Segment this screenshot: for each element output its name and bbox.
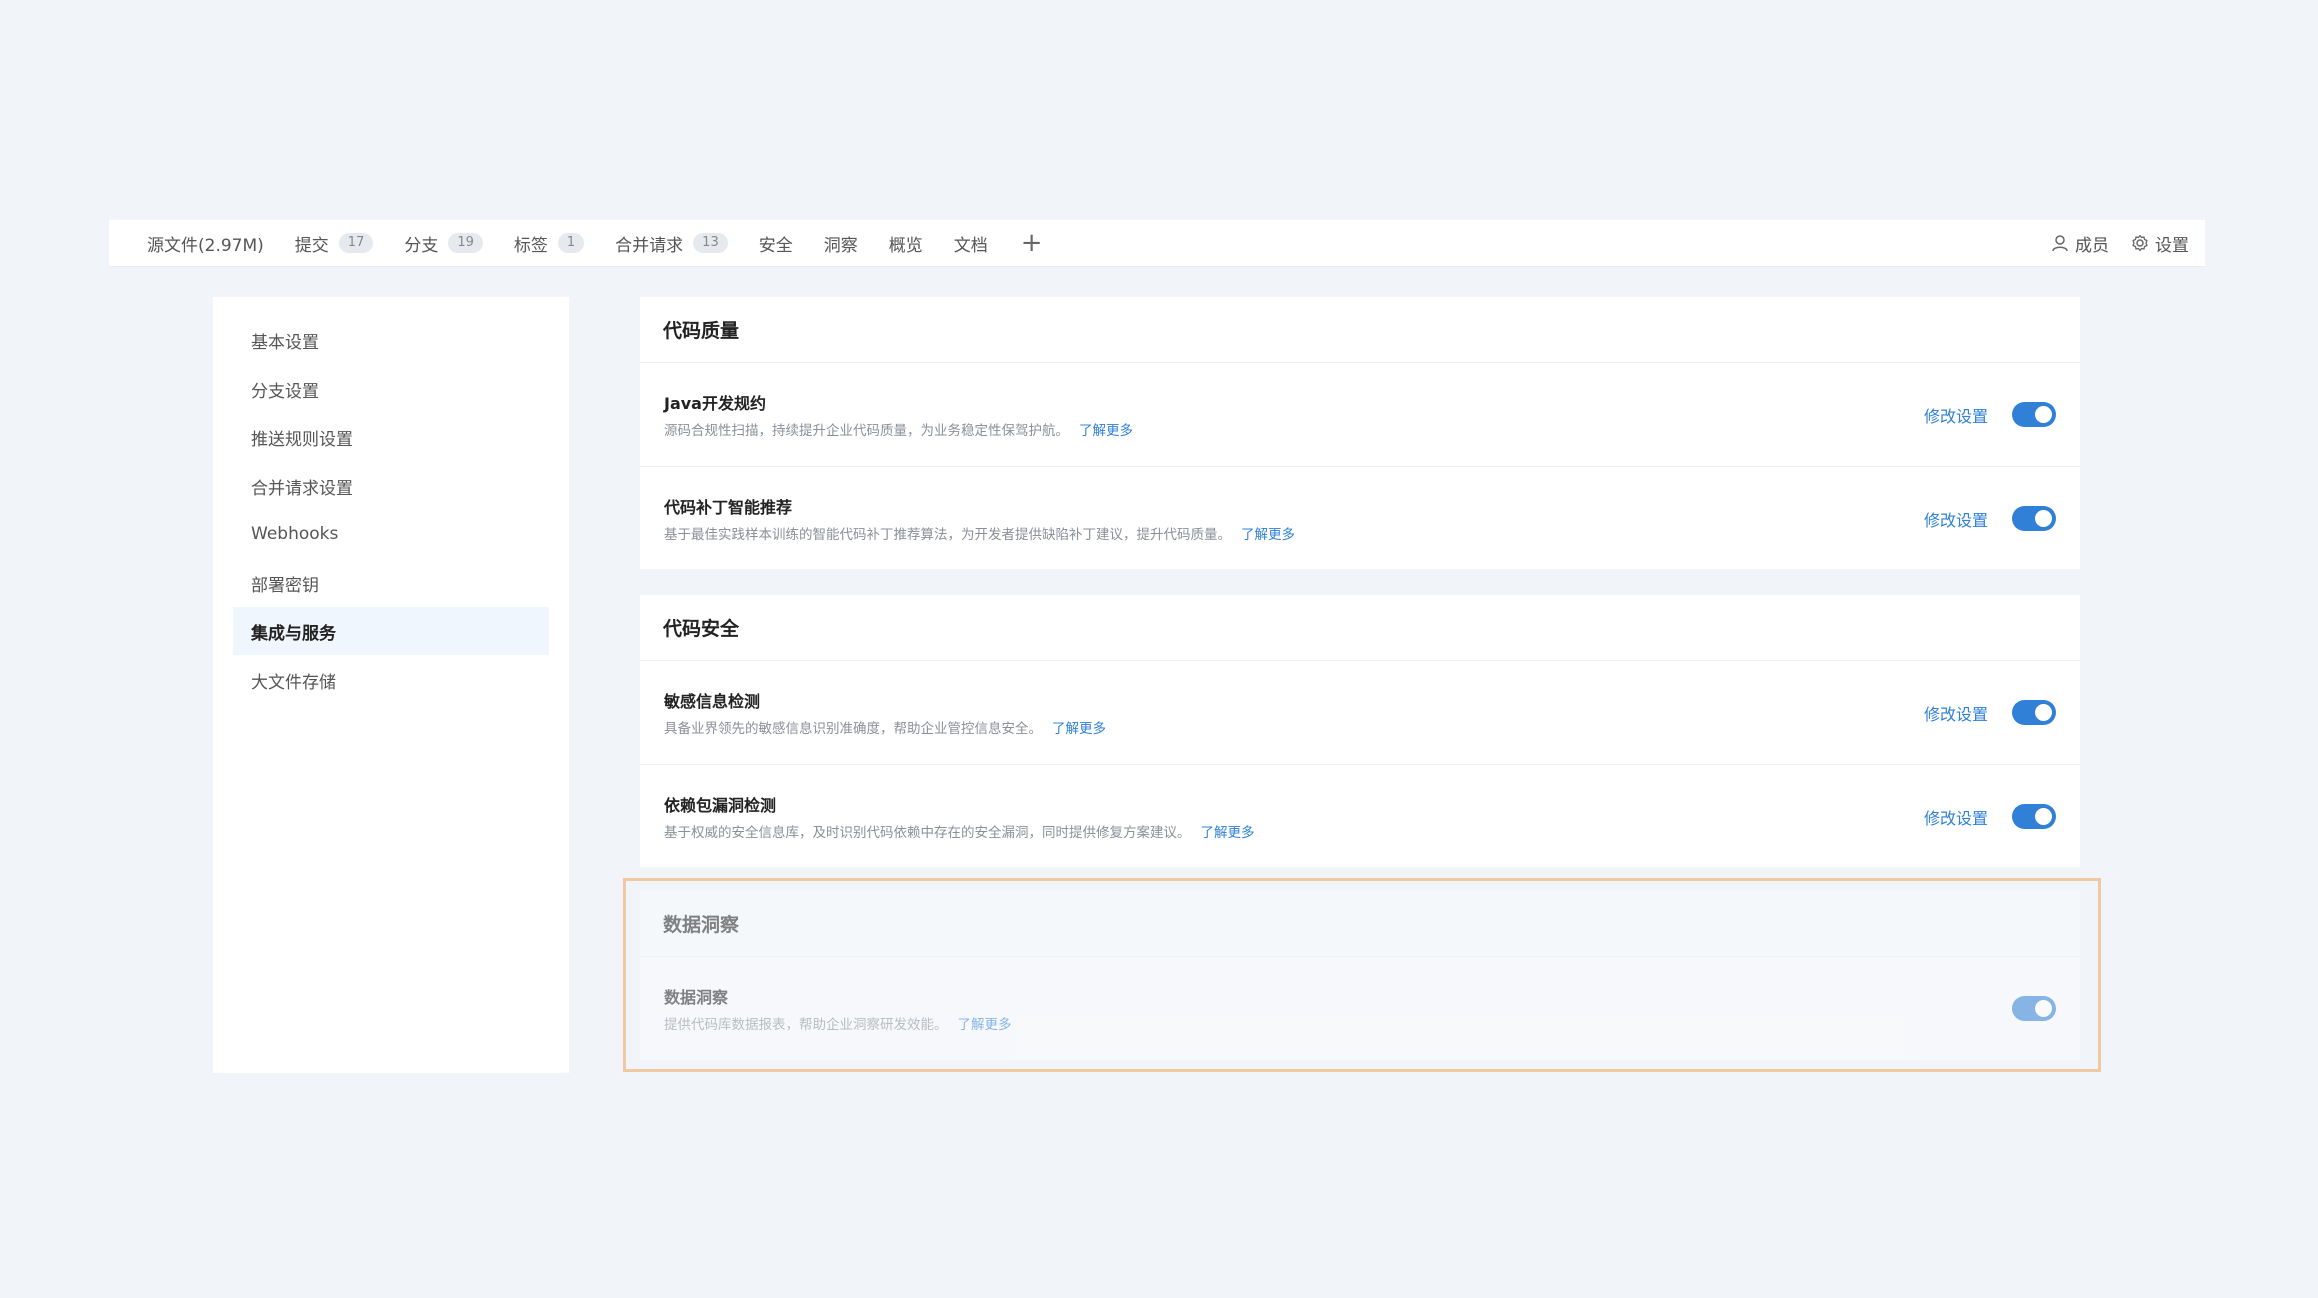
members-label: 成员	[2075, 235, 2109, 256]
tab-source-files[interactable]: 源文件(2.97M)	[147, 231, 264, 256]
enable-toggle[interactable]	[2012, 996, 2056, 1021]
integration-name: Java开发规约	[664, 394, 766, 413]
integration-description: 基于最佳实践样本训练的智能代码补丁推荐算法，为开发者提供缺陷补丁建议，提升代码质…	[664, 523, 1295, 543]
integration-row: 代码补丁智能推荐 基于最佳实践样本训练的智能代码补丁推荐算法，为开发者提供缺陷补…	[640, 466, 2080, 569]
enable-toggle[interactable]	[2012, 506, 2056, 531]
description-text: 提供代码库数据报表，帮助企业洞察研发效能。	[664, 1017, 948, 1033]
tab-security[interactable]: 安全	[759, 231, 793, 256]
enable-toggle[interactable]	[2012, 700, 2056, 725]
tab-branches[interactable]: 分支 19	[404, 231, 483, 256]
tab-label: 洞察	[823, 235, 858, 256]
section-data-insights: 数据洞察 数据洞察 提供代码库数据报表，帮助企业洞察研发效能。 了解更多	[640, 891, 2080, 1060]
sidebar-item-webhooks[interactable]: Webhooks	[233, 510, 549, 558]
description-text: 具备业界领先的敏感信息识别准确度，帮助企业管控信息安全。	[664, 721, 1042, 737]
integration-row: 敏感信息检测 具备业界领先的敏感信息识别准确度，帮助企业管控信息安全。 了解更多 …	[640, 661, 2080, 764]
description-text: 基于权威的安全信息库，及时识别代码依赖中存在的安全漏洞，同时提供修复方案建议。	[664, 825, 1191, 841]
description-text: 源码合规性扫描，持续提升企业代码质量，为业务稳定性保驾护航。	[664, 423, 1069, 439]
learn-more-link[interactable]: 了解更多	[1201, 825, 1255, 841]
section-title: 数据洞察	[640, 891, 2080, 957]
section-code-security: 代码安全 敏感信息检测 具备业界领先的敏感信息识别准确度，帮助企业管控信息安全。…	[640, 595, 2080, 867]
repo-top-nav: 源文件(2.97M) 提交 17 分支 19 标签 1 合并请求 13 安全 洞察 概览…	[109, 220, 2205, 267]
tab-commits[interactable]: 提交 17	[295, 231, 374, 256]
sidebar-item-merge-request-settings[interactable]: 合并请求设置	[233, 462, 549, 510]
learn-more-link[interactable]: 了解更多	[958, 1017, 1012, 1033]
integration-description: 源码合规性扫描，持续提升企业代码质量，为业务稳定性保驾护航。 了解更多	[664, 419, 1133, 439]
repo-tabs: 源文件(2.97M) 提交 17 分支 19 标签 1 合并请求 13 安全 洞察 概览…	[147, 230, 1043, 256]
tab-merge-requests[interactable]: 合并请求 13	[615, 231, 728, 256]
settings-button[interactable]: 设置	[2131, 231, 2189, 256]
tab-count-badge: 19	[448, 233, 483, 253]
integration-name: 依赖包漏洞检测	[664, 796, 777, 815]
tab-tags[interactable]: 标签 1	[513, 231, 585, 256]
integration-row: 依赖包漏洞检测 基于权威的安全信息库，及时识别代码依赖中存在的安全漏洞，同时提供…	[640, 764, 2080, 867]
integration-description: 提供代码库数据报表，帮助企业洞察研发效能。 了解更多	[664, 1013, 1012, 1033]
tab-label: 安全	[758, 235, 793, 256]
tab-docs[interactable]: 文档	[954, 231, 988, 256]
tab-label: 标签	[513, 235, 548, 256]
modify-settings-link[interactable]: 修改设置	[1924, 507, 1988, 531]
top-actions: 成员 设置	[2029, 231, 2189, 256]
learn-more-link[interactable]: 了解更多	[1241, 527, 1295, 543]
integration-name: 敏感信息检测	[664, 692, 761, 711]
gear-icon	[2132, 234, 2148, 252]
section-title: 代码质量	[640, 297, 2080, 363]
modify-settings-link[interactable]: 修改设置	[1924, 701, 1988, 725]
tab-count-badge: 13	[693, 233, 728, 253]
tab-label: 提交	[294, 235, 329, 256]
description-text: 基于最佳实践样本训练的智能代码补丁推荐算法，为开发者提供缺陷补丁建议，提升代码质…	[664, 527, 1231, 543]
section-code-quality: 代码质量 Java开发规约 源码合规性扫描，持续提升企业代码质量，为业务稳定性保…	[640, 297, 2080, 569]
enable-toggle[interactable]	[2012, 804, 2056, 829]
members-button[interactable]: 成员	[2051, 231, 2109, 256]
sidebar-item-push-rules[interactable]: 推送规则设置	[233, 413, 549, 461]
section-title: 代码安全	[640, 595, 2080, 661]
modify-settings-link[interactable]: 修改设置	[1924, 805, 1988, 829]
tab-label: 合并请求	[615, 235, 684, 256]
integration-description: 具备业界领先的敏感信息识别准确度，帮助企业管控信息安全。 了解更多	[664, 717, 1106, 737]
integration-name: 数据洞察	[664, 988, 729, 1007]
integration-row: Java开发规约 源码合规性扫描，持续提升企业代码质量，为业务稳定性保驾护航。了…	[640, 363, 2080, 466]
sidebar-item-basic-settings[interactable]: 基本设置	[233, 316, 549, 364]
sidebar-item-large-file-storage[interactable]: 大文件存储	[233, 656, 549, 704]
add-tab-plus-icon[interactable]: +	[1021, 230, 1043, 256]
tab-insights[interactable]: 洞察	[824, 231, 858, 256]
tab-label: 文档	[953, 235, 988, 256]
tab-overview[interactable]: 概览	[889, 231, 923, 256]
tab-count-badge: 17	[338, 233, 374, 253]
enable-toggle[interactable]	[2012, 402, 2056, 427]
sidebar-item-integrations[interactable]: 集成与服务	[233, 607, 549, 655]
learn-more-link[interactable]: 了解更多	[1079, 423, 1133, 439]
modify-settings-link[interactable]: 修改设置	[1924, 403, 1988, 427]
integration-row: 数据洞察 提供代码库数据报表，帮助企业洞察研发效能。 了解更多	[640, 957, 2080, 1060]
sidebar-item-deploy-keys[interactable]: 部署密钥	[233, 559, 549, 607]
integration-description: 基于权威的安全信息库，及时识别代码依赖中存在的安全漏洞，同时提供修复方案建议。了…	[664, 821, 1255, 841]
tab-count-badge: 1	[557, 233, 585, 253]
sidebar-item-branch-settings[interactable]: 分支设置	[233, 365, 549, 413]
settings-sidebar: 基本设置 分支设置 推送规则设置 合并请求设置 Webhooks 部署密钥 集成…	[213, 297, 569, 1073]
tab-label: 分支	[404, 235, 439, 256]
user-icon	[2052, 235, 2068, 252]
learn-more-link[interactable]: 了解更多	[1052, 721, 1106, 737]
tab-label: 概览	[888, 235, 923, 256]
settings-label: 设置	[2155, 235, 2189, 256]
tab-label: 源文件(2.97M)	[147, 235, 264, 256]
integration-name: 代码补丁智能推荐	[664, 498, 793, 517]
